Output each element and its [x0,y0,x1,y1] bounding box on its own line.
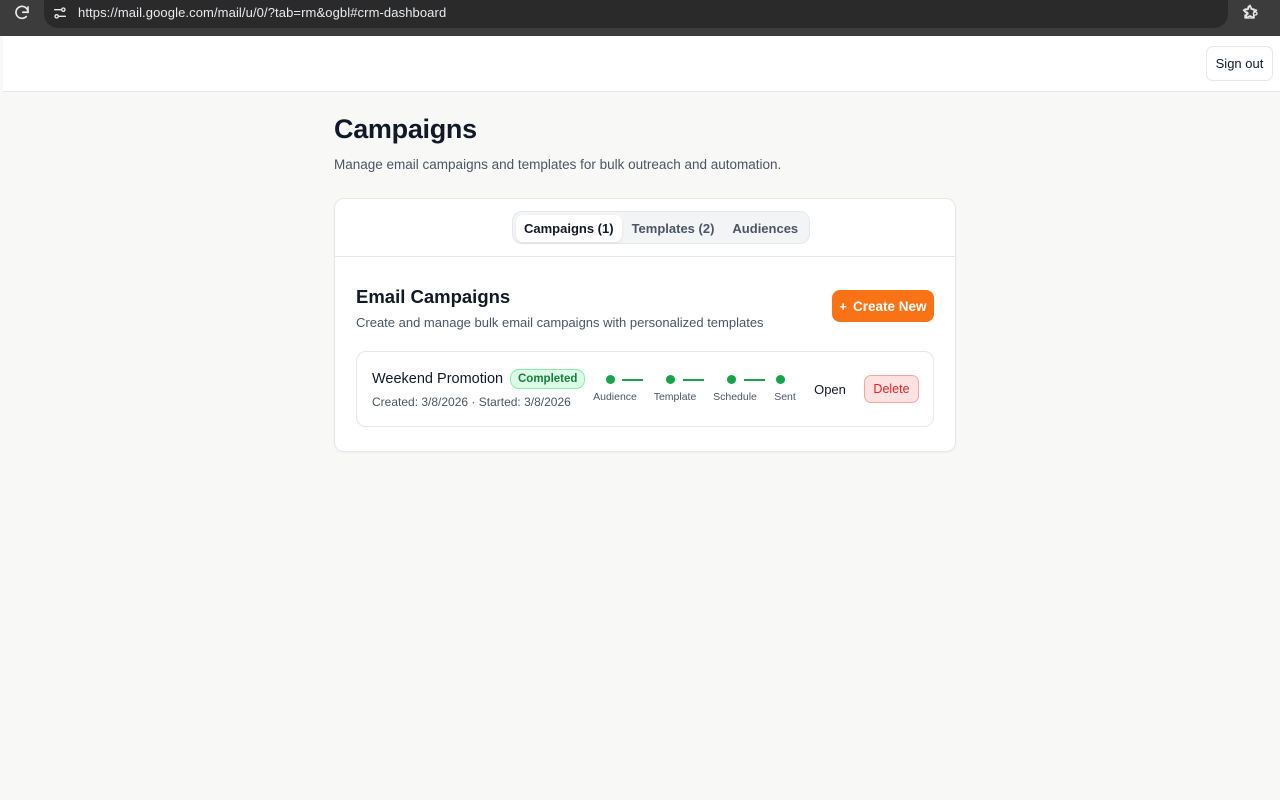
step-label-template: Template [653,391,697,403]
page-title: Campaigns [334,114,477,144]
campaigns-card: Campaigns (1) Templates (2) Audiences Em… [334,198,956,452]
plus-icon: + [839,298,848,314]
tab-campaigns[interactable]: Campaigns (1) [516,215,622,242]
open-button[interactable]: Open [808,375,852,403]
tab-templates[interactable]: Templates (2) [624,215,723,242]
section-subtitle: Create and manage bulk email campaigns w… [356,315,764,330]
campaign-progress-steps: Audience Template Schedule Sent [593,372,805,408]
section-title: Email Campaigns [356,286,511,307]
url-text[interactable]: https://mail.google.com/mail/u/0/?tab=rm… [78,5,446,20]
address-bar[interactable]: https://mail.google.com/mail/u/0/?tab=rm… [44,0,1258,28]
tab-bar: Campaigns (1) Templates (2) Audiences [335,199,955,257]
create-new-label: Create New [853,298,927,314]
step-label-schedule: Schedule [713,391,757,403]
step-dot-sent [776,375,785,384]
tab-list: Campaigns (1) Templates (2) Audiences [512,211,811,244]
tab-audiences[interactable]: Audiences [724,215,806,242]
step-connector [683,379,704,381]
extensions-icon[interactable] [1242,3,1262,23]
campaign-row[interactable]: Weekend Promotion Completed Created: 3/8… [356,351,934,427]
step-dot-audience [606,375,615,384]
step-connector [622,379,643,381]
reload-icon[interactable] [13,4,31,22]
delete-button[interactable]: Delete [864,375,919,403]
step-dot-schedule [727,375,736,384]
browser-toolbar: https://mail.google.com/mail/u/0/?tab=rm… [0,0,1280,36]
campaign-dates: Created: 3/8/2026 · Started: 3/8/2026 [372,395,571,409]
sign-out-button[interactable]: Sign out [1206,46,1273,81]
step-label-audience: Audience [593,391,637,403]
step-dot-template [666,375,675,384]
app-header: Sign out [3,36,1280,92]
create-new-button[interactable]: + Create New [832,290,934,322]
page-subtitle: Manage email campaigns and templates for… [334,157,782,172]
status-badge: Completed [510,369,586,389]
step-connector [744,379,765,381]
campaign-name: Weekend Promotion [372,371,504,387]
step-label-sent: Sent [774,391,796,403]
site-info-icon[interactable] [52,5,68,21]
